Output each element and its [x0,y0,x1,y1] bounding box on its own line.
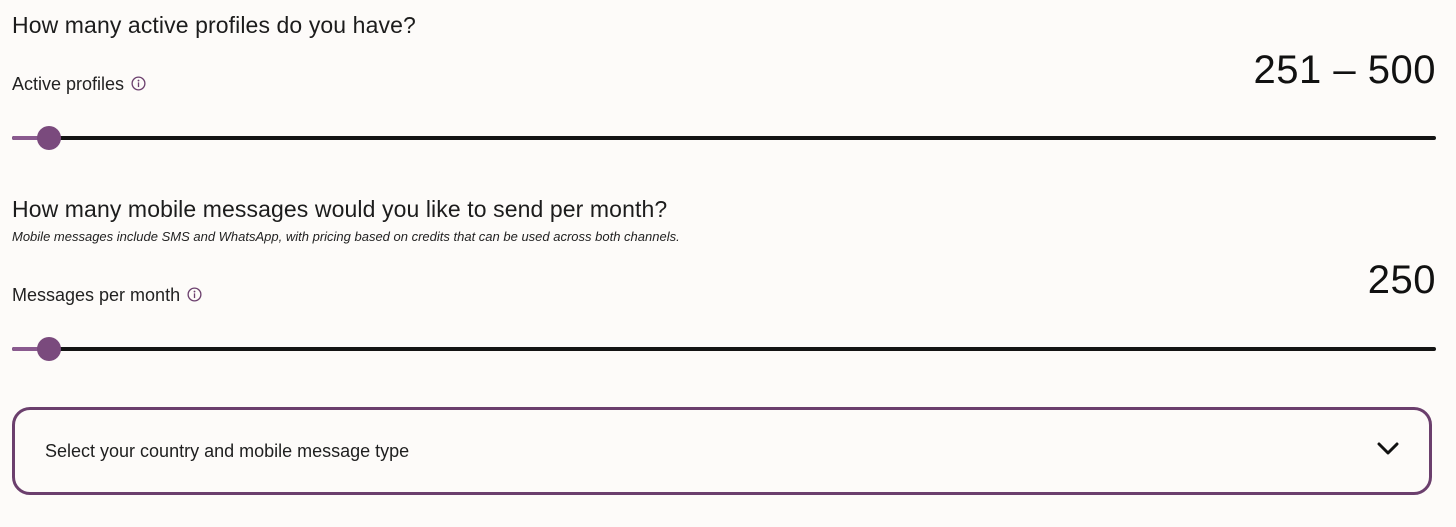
messages-label: Messages per month [12,285,181,305]
profiles-slider[interactable] [12,126,1436,150]
profiles-value: 251 – 500 [1253,48,1436,92]
messages-slider[interactable] [12,337,1436,361]
mobile-messages-section: How many mobile messages would you like … [12,196,1436,366]
messages-value: 250 [1367,258,1436,302]
info-icon[interactable] [131,75,146,91]
messages-question: How many mobile messages would you like … [12,196,668,222]
slider-track[interactable] [12,347,1436,351]
chevron-down-icon[interactable] [1377,442,1399,461]
messages-note: Mobile messages include SMS and WhatsApp… [12,229,680,244]
slider-thumb[interactable] [37,337,62,361]
slider-thumb[interactable] [37,126,62,150]
profiles-label: Active profiles [12,74,125,94]
messages-label-row: Messages per month [12,285,202,306]
info-icon[interactable] [187,286,202,302]
profiles-question: How many active profiles do you have? [12,12,416,38]
active-profiles-section: How many active profiles do you have? Ac… [12,12,1436,162]
profiles-label-row: Active profiles [12,74,146,95]
slider-track[interactable] [12,136,1436,140]
country-message-type-select[interactable]: Select your country and mobile message t… [12,407,1432,495]
select-placeholder: Select your country and mobile message t… [45,440,410,461]
